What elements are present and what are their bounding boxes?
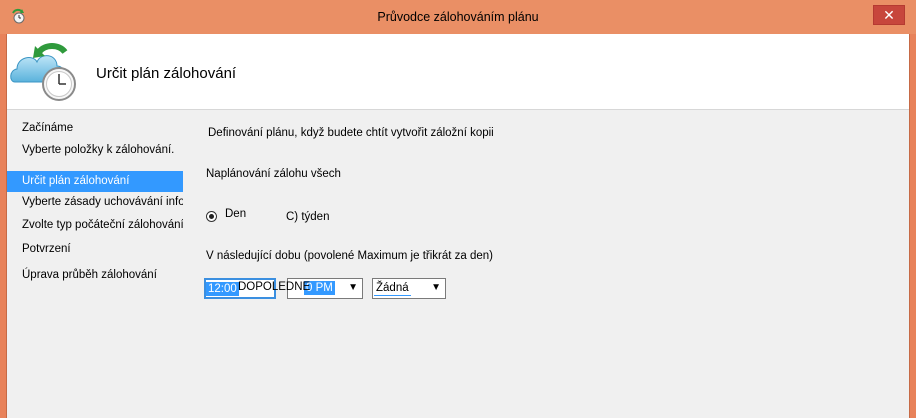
wizard-steps-sidebar: Začínáme Vyberte položky k zálohování. U… — [7, 110, 213, 418]
radio-day-label[interactable]: Den — [225, 208, 246, 220]
times-label: V následující dobu (povolené Maximum je … — [206, 250, 494, 262]
time1-suffix: DOPOLEDNE — [238, 281, 311, 293]
step-retention-policy[interactable]: Vyberte zásady uchovávání informací — [7, 192, 213, 213]
time1-value: 12:00 — [206, 282, 239, 296]
step-confirmation[interactable]: Potvrzení — [7, 239, 183, 260]
description-text: Definování plánu, když budete chtít vytv… — [208, 127, 494, 139]
cloud-clock-icon — [10, 43, 76, 101]
step-getting-started[interactable]: Začínáme — [7, 118, 183, 139]
title-bar: Průvodce zálohováním plánu ✕ — [0, 0, 916, 34]
page-title: Určit plán zálohování — [96, 65, 237, 82]
step-modify-backup-progress[interactable]: Úprava průběh zálohování — [7, 265, 183, 286]
wizard-content: Definování plánu, když budete chtít vytv… — [183, 110, 909, 418]
wizard-client: Určit plán zálohování Začínáme Vyberte p… — [6, 34, 910, 418]
step-specify-schedule[interactable]: Určit plán zálohování — [7, 171, 183, 192]
window-title: Průvodce zálohováním plánu — [377, 10, 539, 24]
time3-dropdown[interactable]: Žádná ▼ — [372, 278, 446, 299]
step-initial-backup-type[interactable]: Zvolte typ počáteční zálohování — [7, 215, 184, 236]
radio-week-label[interactable]: C) týden — [286, 211, 329, 223]
close-button[interactable]: ✕ — [873, 5, 905, 25]
chevron-down-icon: ▼ — [431, 282, 441, 293]
schedule-label: Naplánování zálohu všech — [206, 168, 341, 180]
step-select-items[interactable]: Vyberte položky k zálohování. — [7, 140, 183, 161]
wizard-header: Určit plán zálohování — [7, 34, 909, 110]
radio-day[interactable] — [206, 211, 217, 222]
time3-value: Žádná — [374, 282, 411, 296]
chevron-down-icon: ▼ — [348, 282, 358, 293]
